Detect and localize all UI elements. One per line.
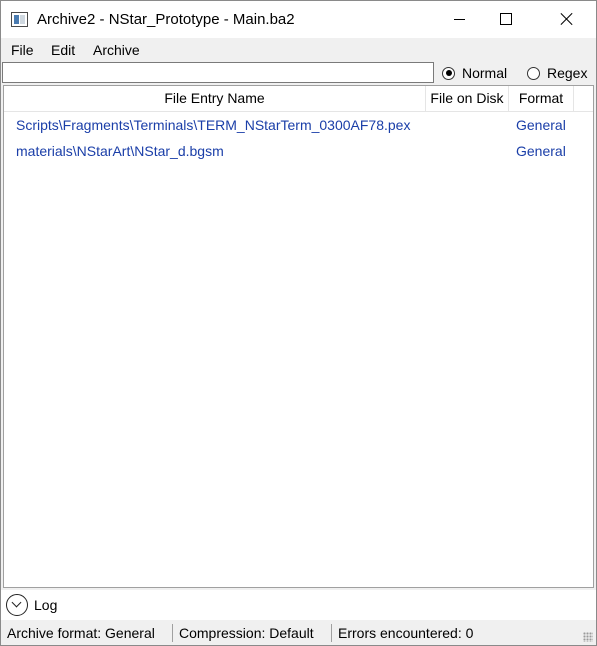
column-header-file-entry-name[interactable]: File Entry Name	[4, 86, 426, 111]
menu-archive[interactable]: Archive	[93, 42, 140, 58]
status-compression: Compression: Default	[179, 625, 314, 641]
radio-normal-checked-icon[interactable]	[442, 66, 455, 80]
list-row[interactable]: materials\NStarArt\NStar_d.bgsm General	[4, 138, 593, 164]
title-bar: Archive2 - NStar_Prototype - Main.ba2	[1, 1, 596, 38]
maximize-icon	[500, 13, 512, 25]
window-title: Archive2 - NStar_Prototype - Main.ba2	[37, 11, 295, 28]
menu-file[interactable]: File	[11, 42, 34, 58]
radio-normal[interactable]: Normal	[442, 64, 507, 82]
log-label[interactable]: Log	[34, 597, 57, 613]
close-icon	[561, 13, 573, 25]
row-file-entry-name: Scripts\Fragments\Terminals\TERM_NStarTe…	[16, 117, 411, 133]
radio-regex[interactable]: Regex	[527, 64, 587, 82]
status-divider	[172, 624, 173, 642]
archive2-window: Archive2 - NStar_Prototype - Main.ba2 Fi…	[0, 0, 597, 646]
column-header-format[interactable]: Format	[509, 86, 574, 111]
close-button[interactable]	[544, 1, 590, 38]
row-format: General	[516, 143, 566, 159]
minimize-button[interactable]	[437, 1, 483, 38]
menu-bar: File Edit Archive	[1, 38, 596, 61]
expand-log-chevron-icon[interactable]	[6, 594, 28, 616]
file-entry-list[interactable]: File Entry Name File on Disk Format Scri…	[3, 85, 594, 588]
row-file-entry-name: materials\NStarArt\NStar_d.bgsm	[16, 143, 224, 159]
log-panel-bar: Log	[1, 590, 596, 620]
resize-grip-icon[interactable]	[583, 632, 593, 642]
list-header: File Entry Name File on Disk Format	[4, 86, 593, 112]
maximize-button[interactable]	[483, 1, 529, 38]
status-divider	[331, 624, 332, 642]
radio-regex-label: Regex	[547, 65, 588, 81]
minimize-icon	[454, 19, 465, 20]
column-header-file-on-disk[interactable]: File on Disk	[426, 86, 509, 111]
list-row[interactable]: Scripts\Fragments\Terminals\TERM_NStarTe…	[4, 112, 593, 138]
status-archive-format: Archive format: General	[7, 625, 155, 641]
row-format: General	[516, 117, 566, 133]
status-errors-encountered: Errors encountered: 0	[338, 625, 474, 641]
archive-app-icon	[11, 12, 28, 27]
filter-search-input[interactable]	[2, 62, 434, 83]
menu-edit[interactable]: Edit	[51, 42, 75, 58]
status-bar: Archive format: General Compression: Def…	[1, 621, 596, 645]
radio-normal-label: Normal	[462, 65, 508, 81]
radio-regex-unchecked-icon[interactable]	[527, 66, 540, 80]
